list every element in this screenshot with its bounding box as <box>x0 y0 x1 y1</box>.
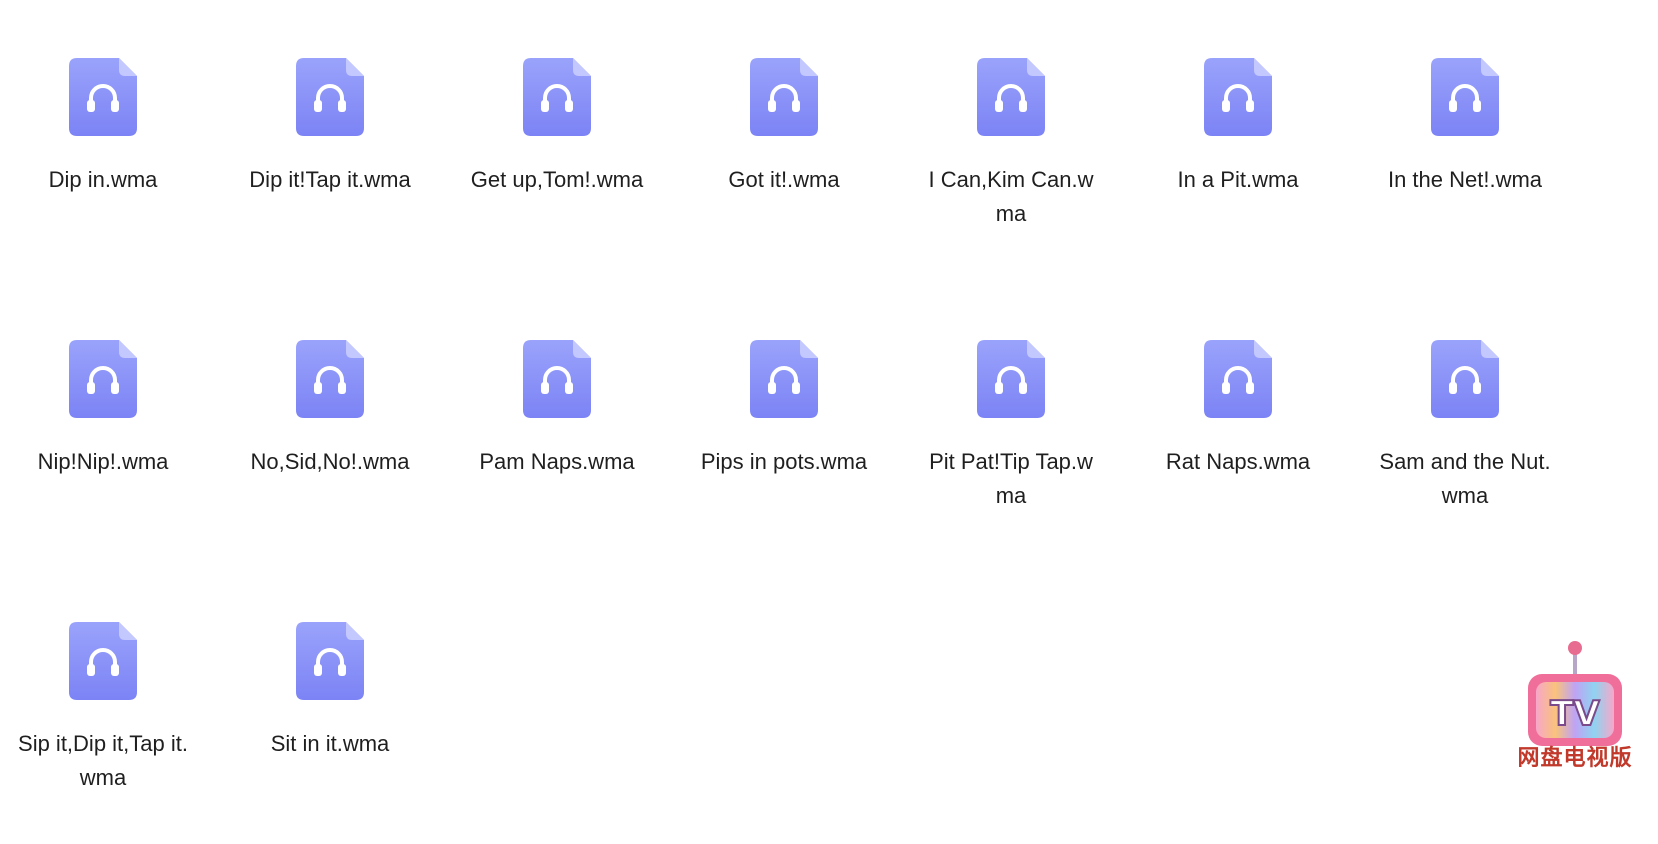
file-name-label: Sam and the Nut.wma <box>1379 449 1551 508</box>
file-item[interactable]: Pam Naps.wma <box>457 282 657 542</box>
file-name-label: Nip!Nip!.wma <box>37 449 169 474</box>
file-item[interactable]: Get up,Tom!.wma <box>457 0 657 260</box>
file-item[interactable]: Rat Naps.wma <box>1138 282 1338 542</box>
file-name-label: Got it!.wma <box>728 167 840 192</box>
file-name-label: Sit in it.wma <box>270 731 390 756</box>
file-item[interactable]: Sip it,Dip it,Tap it.wma <box>3 564 203 824</box>
watermark-caption: 网盘电视版 <box>1517 746 1633 771</box>
audio-file-icon <box>69 58 137 136</box>
audio-file-icon <box>750 340 818 418</box>
svg-text:TV: TV <box>1550 694 1600 734</box>
file-item[interactable]: Nip!Nip!.wma <box>3 282 203 542</box>
file-name-label: In a Pit.wma <box>1177 167 1299 192</box>
file-item[interactable]: In a Pit.wma <box>1138 0 1338 260</box>
file-name-label: Sip it,Dip it,Tap it.wma <box>18 731 188 790</box>
audio-file-icon <box>69 340 137 418</box>
file-name-label: In the Net!.wma <box>1387 167 1543 192</box>
audio-file-icon <box>69 622 137 700</box>
file-name-label: Pit Pat!Tip Tap.wma <box>929 449 1093 508</box>
file-item[interactable]: Got it!.wma <box>684 0 884 260</box>
audio-file-icon <box>750 58 818 136</box>
file-name-label: Rat Naps.wma <box>1165 449 1311 474</box>
audio-file-icon <box>1431 58 1499 136</box>
audio-file-icon <box>1431 340 1499 418</box>
file-item[interactable]: Pips in pots.wma <box>684 282 884 542</box>
file-item[interactable]: Dip in.wma <box>3 0 203 260</box>
file-item[interactable]: Pit Pat!Tip Tap.wma <box>911 282 1111 542</box>
file-name-label: No,Sid,No!.wma <box>250 449 410 474</box>
file-name-label: Pips in pots.wma <box>700 449 868 474</box>
file-item[interactable]: No,Sid,No!.wma <box>230 282 430 542</box>
file-grid: Dip in.wma Dip it!Tap it.wma Get up,Tom!… <box>0 0 1658 844</box>
audio-file-icon <box>296 340 364 418</box>
file-item[interactable]: Dip it!Tap it.wma <box>230 0 430 260</box>
file-item[interactable]: Sam and the Nut.wma <box>1365 282 1565 542</box>
file-name-label: Dip in.wma <box>48 167 158 192</box>
file-item[interactable]: Sit in it.wma <box>230 564 430 824</box>
audio-file-icon <box>523 340 591 418</box>
file-name-label: Get up,Tom!.wma <box>470 167 644 192</box>
file-name-label: Dip it!Tap it.wma <box>249 167 411 192</box>
tv-logo-icon: TV <box>1528 641 1622 746</box>
file-name-label: Pam Naps.wma <box>479 449 635 474</box>
audio-file-icon <box>296 622 364 700</box>
audio-file-icon <box>1204 58 1272 136</box>
audio-file-icon <box>523 58 591 136</box>
file-item[interactable]: I Can,Kim Can.wma <box>911 0 1111 260</box>
audio-file-icon <box>296 58 364 136</box>
file-name-label: I Can,Kim Can.wma <box>928 167 1094 226</box>
file-item[interactable]: In the Net!.wma <box>1365 0 1565 260</box>
audio-file-icon <box>977 340 1045 418</box>
tv-watermark: TV 网盘电视版 <box>1510 640 1640 780</box>
audio-file-icon <box>1204 340 1272 418</box>
audio-file-icon <box>977 58 1045 136</box>
